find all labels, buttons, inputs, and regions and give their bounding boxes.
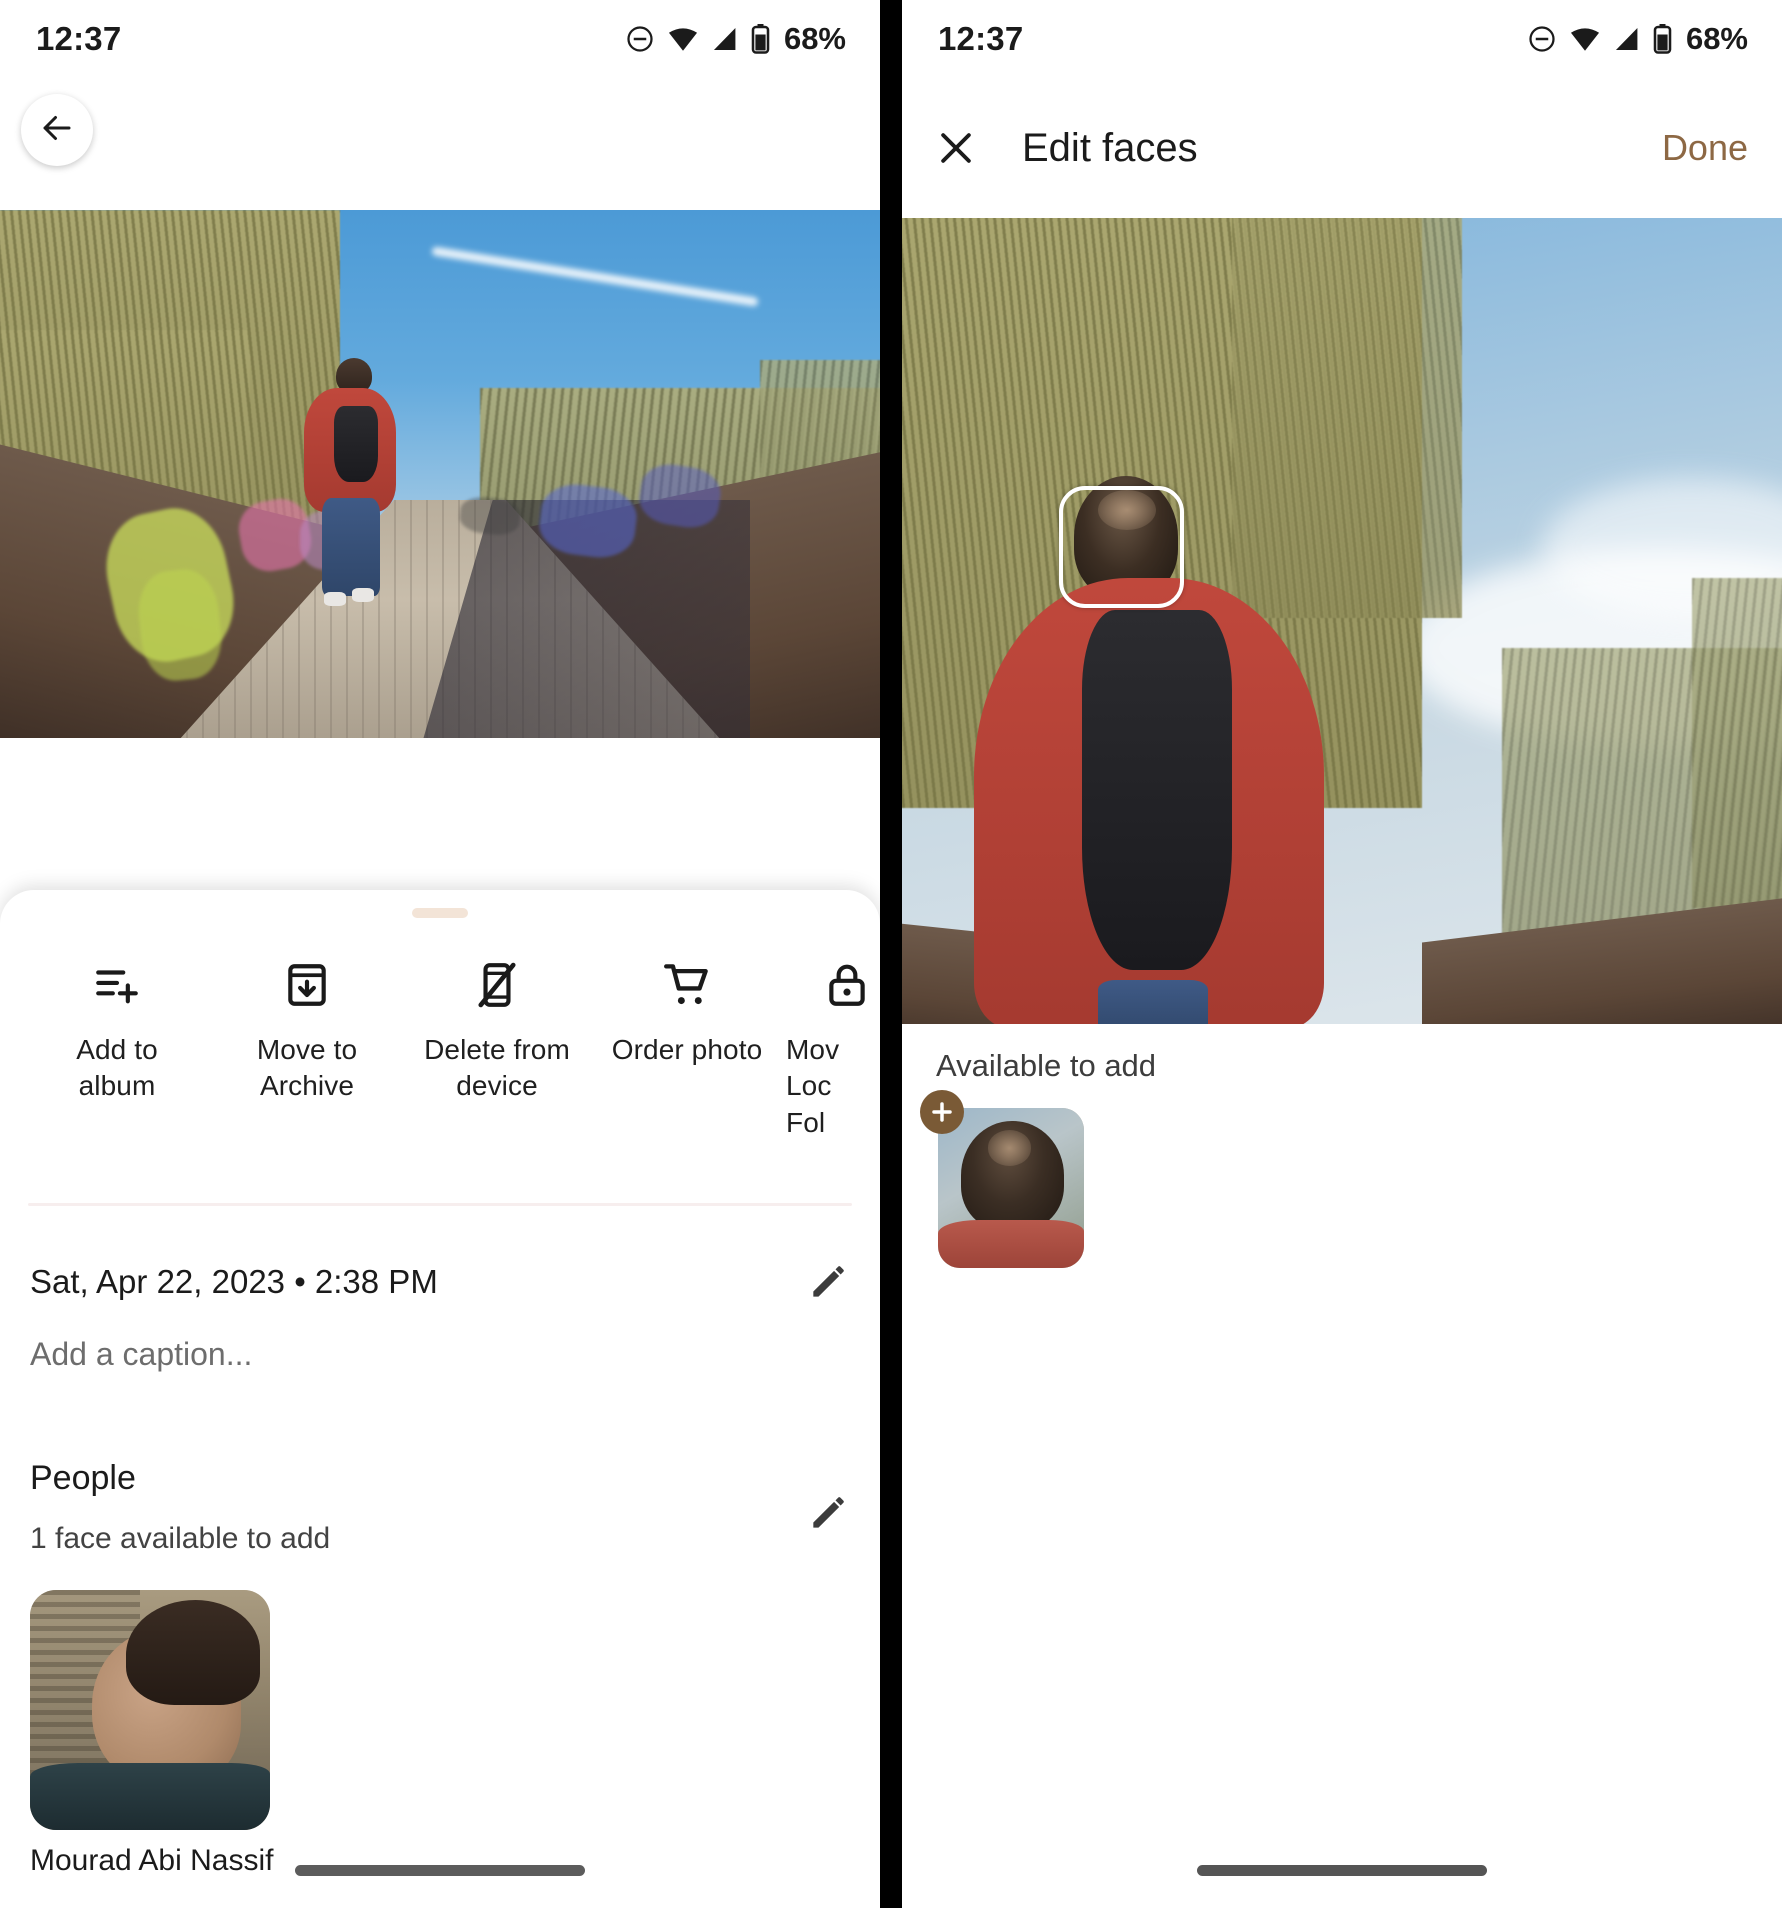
battery-percent-label: 68% <box>1685 21 1748 56</box>
left-phone-screen: 12:37 68% Add to album Move to Archive D… <box>0 0 880 1908</box>
screen-separator <box>880 0 902 1908</box>
cellular-signal-icon <box>711 26 739 52</box>
dnd-icon <box>625 24 655 54</box>
action-move-to-archive[interactable]: Move to Archive <box>212 956 402 1105</box>
done-button[interactable]: Done <box>1662 127 1748 169</box>
add-to-album-icon <box>92 956 142 1014</box>
pencil-icon[interactable] <box>806 1260 850 1304</box>
status-bar-clock: 12:37 <box>938 20 1024 57</box>
status-bar: 12:37 68% <box>0 0 880 78</box>
action-delete-from-device[interactable]: Delete from device <box>402 956 592 1105</box>
action-label: Move to Archive <box>256 1034 358 1102</box>
edit-faces-app-bar: Edit faces Done <box>902 78 1782 218</box>
action-move-to-locked-folder[interactable]: Mov Loc Fol <box>782 956 880 1141</box>
gesture-navigation-pill[interactable] <box>295 1865 585 1876</box>
back-button[interactable] <box>21 94 93 166</box>
dnd-icon <box>1527 24 1557 54</box>
shopping-cart-icon <box>661 956 713 1014</box>
people-section-header: People 1 face available to add <box>30 1459 850 1556</box>
photo-detail-bottom-sheet: Add to album Move to Archive Delete from… <box>0 890 880 1908</box>
photo-scene <box>902 218 1782 1024</box>
detected-face-thumbnail[interactable] <box>938 1108 1084 1268</box>
right-phone-screen: 12:37 68% Edit faces Done Available to a… <box>902 0 1782 1908</box>
action-label: Add to album <box>76 1034 158 1102</box>
face-thumbnail-image <box>938 1108 1084 1268</box>
quick-actions-row: Add to album Move to Archive Delete from… <box>0 956 880 1141</box>
people-title: People <box>30 1459 136 1498</box>
lock-icon <box>810 956 872 1014</box>
back-arrow-icon <box>39 110 75 151</box>
delete-device-icon <box>472 956 522 1014</box>
date-row[interactable]: Sat, Apr 22, 2023 • 2:38 PM <box>30 1260 850 1304</box>
photo-date-time: Sat, Apr 22, 2023 • 2:38 PM <box>30 1263 438 1301</box>
photo-viewer[interactable] <box>0 210 880 738</box>
photo-viewer[interactable] <box>902 218 1782 1024</box>
app-bar-title: Edit faces <box>1022 125 1198 170</box>
gesture-navigation-pill[interactable] <box>1197 1865 1487 1876</box>
dual-screenshot-container: 12:37 68% Add to album Move to Archive D… <box>0 0 1782 1908</box>
available-to-add-label: Available to add <box>936 1048 1157 1083</box>
person-face-thumbnail[interactable] <box>30 1590 270 1831</box>
action-label: Order photo <box>611 1034 763 1065</box>
face-detection-box[interactable] <box>1059 486 1184 608</box>
status-bar: 12:37 68% <box>902 0 1782 78</box>
caption-input[interactable]: Add a caption... <box>30 1336 850 1373</box>
status-bar-icons: 68% <box>1527 21 1748 57</box>
close-icon[interactable] <box>934 126 978 170</box>
status-bar-icons: 68% <box>625 21 846 57</box>
wifi-icon <box>667 26 699 52</box>
action-label: Mov Loc Fol <box>786 1034 840 1138</box>
battery-icon <box>1653 24 1672 54</box>
portrait-image <box>30 1590 270 1831</box>
status-bar-clock: 12:37 <box>36 20 122 57</box>
archive-icon <box>282 956 332 1014</box>
add-face-button[interactable] <box>920 1090 964 1134</box>
sheet-drag-handle[interactable] <box>412 908 468 918</box>
action-label: Delete from device <box>424 1034 570 1102</box>
battery-percent-label: 68% <box>783 21 846 56</box>
photo-metadata-section: Sat, Apr 22, 2023 • 2:38 PM Add a captio… <box>0 1260 880 1878</box>
people-subtitle: 1 face available to add <box>30 1522 331 1556</box>
plus-icon <box>929 1099 955 1125</box>
action-add-to-album[interactable]: Add to album <box>22 956 212 1105</box>
wifi-icon <box>1569 26 1601 52</box>
section-divider <box>28 1203 852 1207</box>
battery-icon <box>751 24 770 54</box>
action-order-photo[interactable]: Order photo <box>592 956 782 1068</box>
pencil-icon[interactable] <box>806 1491 850 1535</box>
cellular-signal-icon <box>1613 26 1641 52</box>
photo-scene <box>0 210 880 738</box>
